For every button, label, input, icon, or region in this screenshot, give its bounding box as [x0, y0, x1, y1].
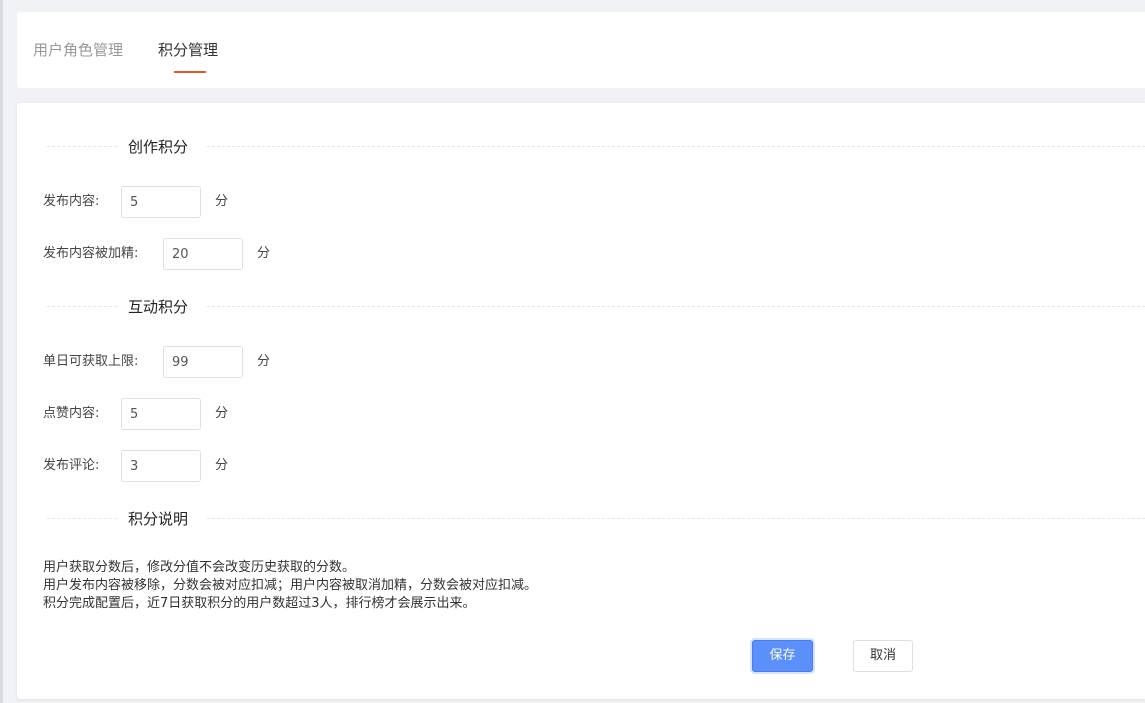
tab-bar: 用户角色管理 积分管理	[17, 12, 1145, 88]
save-button[interactable]: 保存	[752, 640, 813, 672]
content-featured-points-input[interactable]	[163, 238, 243, 270]
tab-points-management[interactable]: 积分管理	[158, 40, 218, 60]
field-label: 发布内容被加精:	[43, 246, 139, 261]
explanation-line: 用户获取分数后，修改分值不会改变历史获取的分数。	[43, 560, 356, 575]
section-title: 互动积分	[128, 298, 189, 316]
daily-limit-points-input[interactable]	[163, 346, 243, 378]
divider-left	[47, 306, 117, 307]
explanation-line: 用户发布内容被移除，分数会被对应扣减；用户内容被取消加精，分数会被对应扣减。	[43, 578, 538, 593]
field-label: 单日可获取上限:	[43, 354, 139, 369]
divider-left	[47, 146, 117, 147]
post-comment-points-input[interactable]	[121, 450, 201, 482]
publish-content-points-input[interactable]	[121, 186, 201, 218]
field-label: 点赞内容:	[43, 406, 100, 421]
like-content-points-input[interactable]	[121, 398, 201, 430]
unit-label: 分	[257, 246, 271, 261]
cancel-button[interactable]: 取消	[853, 640, 913, 672]
explanation-text: 用户获取分数后，修改分值不会改变历史获取的分数。 用户发布内容被移除，分数会被对…	[43, 559, 537, 613]
divider-left	[47, 518, 117, 519]
section-creation-points: 创作积分	[17, 135, 1145, 159]
divider-right	[207, 146, 1145, 147]
field-label: 发布内容:	[43, 194, 100, 209]
section-points-explanation: 积分说明	[17, 507, 1145, 531]
explanation-line: 积分完成配置后，近7日获取积分的用户数超过3人，排行榜才会展示出来。	[43, 596, 476, 611]
unit-label: 分	[257, 354, 271, 369]
divider-right	[207, 518, 1145, 519]
section-title: 积分说明	[128, 510, 189, 528]
divider-right	[207, 306, 1145, 307]
field-label: 发布评论:	[43, 458, 100, 473]
section-interaction-points: 互动积分	[17, 295, 1145, 319]
tab-user-role-management[interactable]: 用户角色管理	[33, 40, 123, 60]
points-settings-panel: 创作积分 发布内容: 分 发布内容被加精: 分 互动积分 单日可获取上限: 分 …	[17, 103, 1145, 699]
unit-label: 分	[215, 406, 229, 421]
active-tab-indicator	[174, 71, 206, 73]
unit-label: 分	[215, 458, 229, 473]
unit-label: 分	[215, 194, 229, 209]
window-left-edge	[0, 0, 3, 703]
section-title: 创作积分	[128, 138, 189, 156]
